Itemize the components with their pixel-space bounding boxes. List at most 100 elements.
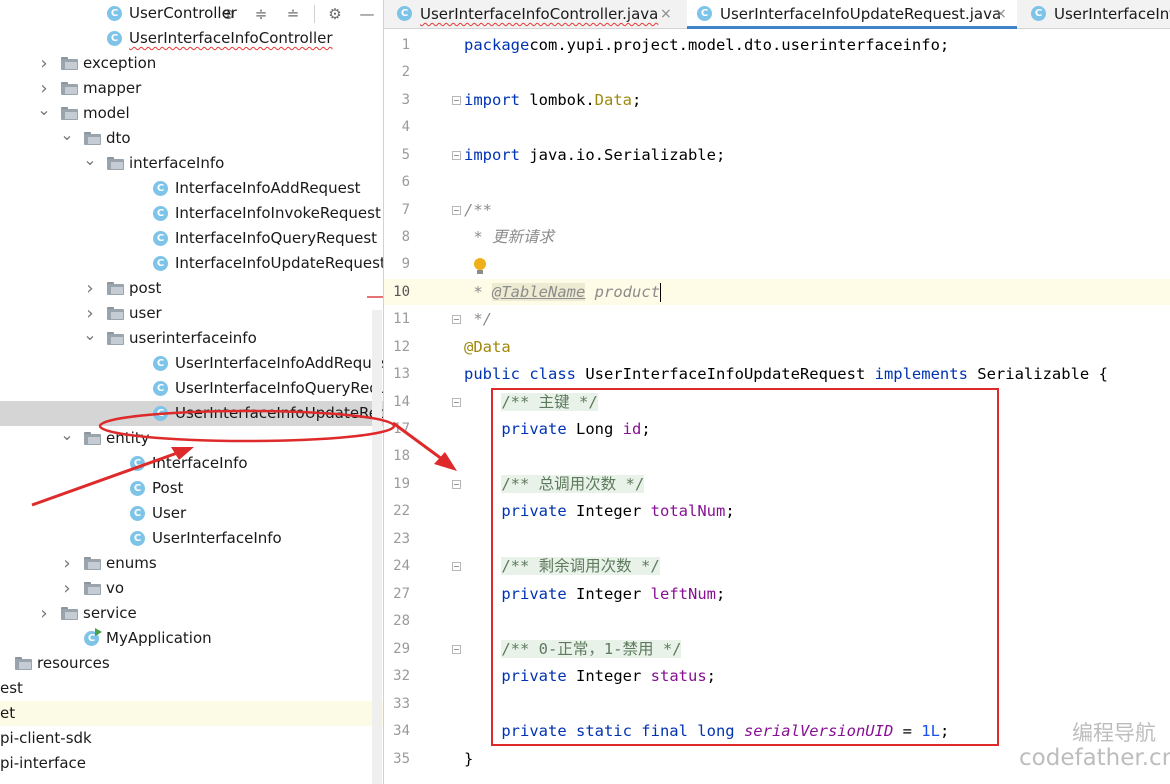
code-token: java.io.Serializable; <box>520 146 726 164</box>
code-token: * <box>464 283 492 301</box>
fold-marker-icon[interactable] <box>452 96 461 105</box>
tree-row[interactable]: ⌄ entity <box>0 426 383 451</box>
chevron-down-icon[interactable]: ⌄ <box>83 326 97 351</box>
java-class-icon: C <box>153 206 168 221</box>
code-line: */ <box>464 306 492 333</box>
tree-scrollbar[interactable] <box>372 310 382 784</box>
chevron-right-icon[interactable]: › <box>37 601 51 626</box>
tree-item-label: est <box>0 679 23 697</box>
tree-row[interactable]: C InterfaceInfoUpdateRequest <box>0 251 383 276</box>
tree-row[interactable]: ⌄ model <box>0 101 383 126</box>
tree-row[interactable]: et <box>0 701 383 726</box>
lightbulb-icon[interactable] <box>473 258 487 276</box>
chevron-down-icon[interactable]: ⌄ <box>60 126 74 151</box>
tree-item-label: InterfaceInfo <box>152 454 248 472</box>
fold-marker-icon[interactable] <box>452 151 461 160</box>
folder-icon <box>107 332 124 345</box>
fold-marker-icon[interactable] <box>452 645 461 654</box>
fold-marker-icon[interactable] <box>452 315 461 324</box>
tree-row[interactable]: C User <box>0 501 383 526</box>
tree-row[interactable]: C MyApplication <box>0 626 383 651</box>
tree-item-label: interfaceInfo <box>129 154 225 172</box>
code-token: /** <box>464 201 492 219</box>
java-class-icon: C <box>130 456 145 471</box>
chevron-right-icon[interactable]: › <box>83 301 97 326</box>
java-class-icon: C <box>84 628 102 646</box>
java-class-icon: C <box>153 406 168 421</box>
chevron-right-icon[interactable]: › <box>60 576 74 601</box>
line-number: 12 <box>393 339 410 355</box>
tree-row[interactable]: pi-client-sdk <box>0 726 383 751</box>
fold-marker-icon[interactable] <box>452 206 461 215</box>
chevron-right-icon[interactable]: › <box>37 76 51 101</box>
tree-row[interactable]: › service <box>0 601 383 626</box>
close-icon[interactable]: × <box>660 0 672 28</box>
tree-row[interactable]: C UserInterfaceInfoUpdateRequest <box>0 401 383 426</box>
java-class-icon: C <box>697 6 712 21</box>
tree-row[interactable]: C InterfaceInfo <box>0 451 383 476</box>
tree-row[interactable]: C Post <box>0 476 383 501</box>
editor-tab[interactable]: C UserInterfaceInfoUpdateRequest.java × <box>687 0 1017 29</box>
folder-icon <box>84 582 101 595</box>
tree-row[interactable]: pi-interface <box>0 751 383 776</box>
tree-row[interactable]: C UserInterfaceInfo <box>0 526 383 551</box>
fold-marker-icon[interactable] <box>452 398 461 407</box>
line-number: 28 <box>393 613 410 629</box>
tree-row[interactable]: ⌄ dto <box>0 126 383 151</box>
text-caret <box>659 283 661 302</box>
tree-row[interactable]: C InterfaceInfoInvokeRequest <box>0 201 383 226</box>
tree-row[interactable]: C UserController <box>0 1 383 26</box>
line-number: 13 <box>393 366 410 382</box>
tree-row[interactable]: resources <box>0 651 383 676</box>
folder-icon <box>107 157 124 170</box>
line-number: 32 <box>393 668 410 684</box>
folder-icon <box>61 607 78 620</box>
tree-row[interactable]: › user <box>0 301 383 326</box>
code-line: /** <box>464 197 492 224</box>
folder-icon <box>61 82 78 95</box>
editor-tab[interactable]: C UserInterfaceInfo <box>1019 0 1170 28</box>
tree-row[interactable]: C UserInterfaceInfoController <box>0 26 383 51</box>
chevron-right-icon[interactable]: › <box>60 551 74 576</box>
line-number: 35 <box>393 751 410 767</box>
tree-row[interactable]: › post <box>0 276 383 301</box>
editor-tab-label: UserInterfaceInfo <box>1054 5 1170 23</box>
chevron-down-icon[interactable]: ⌄ <box>60 426 74 451</box>
fold-marker-icon[interactable] <box>452 562 461 571</box>
run-marker-icon <box>95 628 102 636</box>
java-class-icon: C <box>397 6 412 21</box>
tree-row[interactable]: ⌄ interfaceInfo <box>0 151 383 176</box>
chevron-right-icon[interactable]: › <box>37 51 51 76</box>
tree-item-label: model <box>83 104 130 122</box>
tree-row[interactable]: C InterfaceInfoAddRequest <box>0 176 383 201</box>
fold-marker-icon[interactable] <box>452 480 461 489</box>
tree-item-label: MyApplication <box>106 629 212 647</box>
java-class-icon: C <box>153 181 168 196</box>
tree-row[interactable]: C UserInterfaceInfoQueryRequest <box>0 376 383 401</box>
tree-row[interactable]: est <box>0 676 383 701</box>
tree-row[interactable]: › exception <box>0 51 383 76</box>
chevron-down-icon[interactable]: ⌄ <box>83 151 97 176</box>
error-stripe-mark <box>367 296 383 298</box>
chevron-down-icon[interactable]: ⌄ <box>37 101 51 126</box>
tree-item-label: pi-interface <box>0 754 87 772</box>
folder-icon <box>84 557 101 570</box>
editor-tab[interactable]: C UserInterfaceInfoController.java × <box>384 0 684 28</box>
java-class-icon: C <box>153 256 168 271</box>
tree-item-label: UserInterfaceInfoController <box>129 29 333 47</box>
code-token: lombok. <box>520 91 595 109</box>
line-number: 1 <box>401 37 410 53</box>
tree-item-label: post <box>129 279 162 297</box>
close-icon[interactable]: × <box>995 0 1007 28</box>
tree-row[interactable]: ⌄ userinterfaceinfo <box>0 326 383 351</box>
tree-row[interactable]: › mapper <box>0 76 383 101</box>
tree-item-label: InterfaceInfoQueryRequest <box>175 229 378 247</box>
line-number: 17 <box>393 421 410 437</box>
tree-row[interactable]: › enums <box>0 551 383 576</box>
tree-item-label: pi-client-sdk <box>0 729 92 747</box>
code-token: product <box>585 283 660 301</box>
tree-row[interactable]: C InterfaceInfoQueryRequest <box>0 226 383 251</box>
tree-row[interactable]: C UserInterfaceInfoAddRequest <box>0 351 383 376</box>
tree-row[interactable]: › vo <box>0 576 383 601</box>
chevron-right-icon[interactable]: › <box>83 276 97 301</box>
